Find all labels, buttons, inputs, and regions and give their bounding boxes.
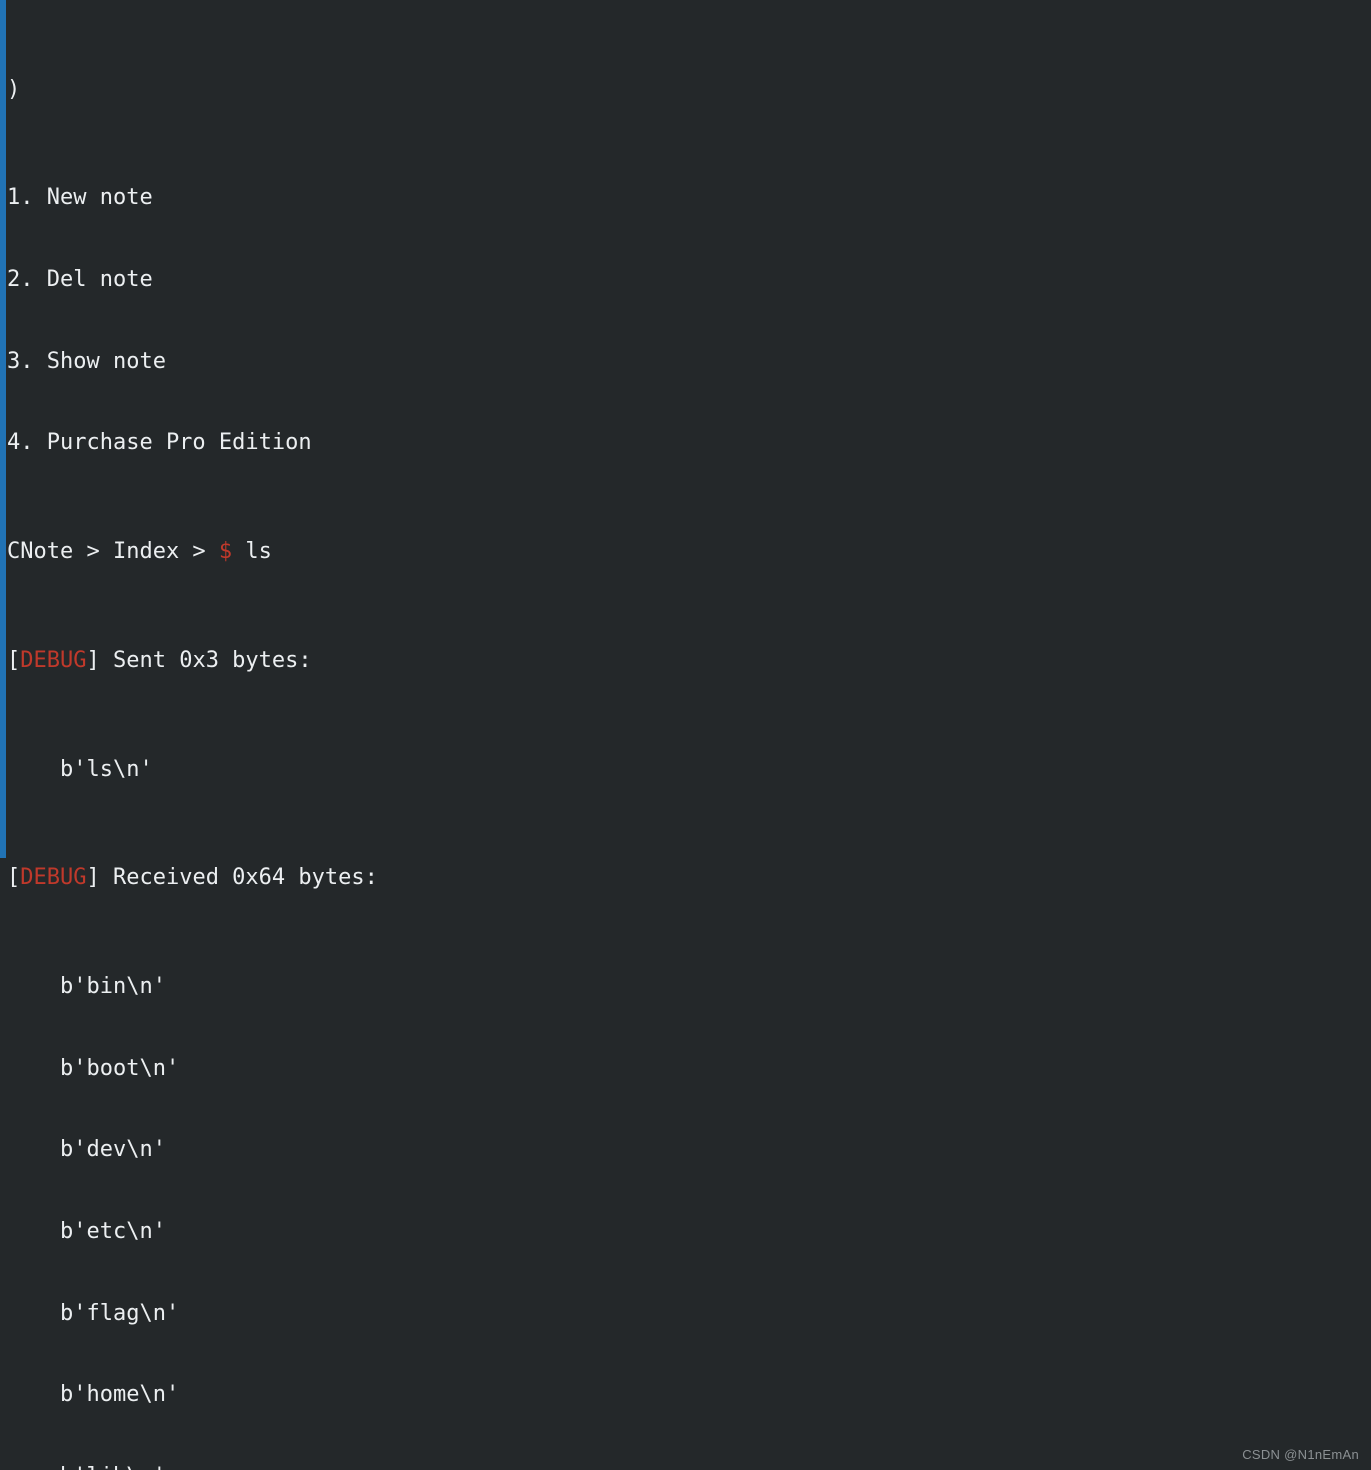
prompt-dollar-sign: $ — [218, 538, 233, 564]
debug-sent-header: [DEBUG] Sent 0x3 bytes: — [7, 647, 1371, 674]
debug-sent-payload: b'ls\n' — [7, 756, 153, 782]
debug-received-payload-line: b'flag\n' — [7, 1300, 180, 1326]
debug-received-payload-line: b'bin\n' — [7, 974, 166, 1000]
debug-received-message: Received 0x64 bytes: — [99, 865, 378, 891]
debug-received-header: [DEBUG] Received 0x64 bytes: — [7, 864, 1371, 891]
debug-open-bracket: [ — [7, 647, 21, 673]
prompt-breadcrumb: CNote > Index > — [7, 538, 219, 564]
debug-received-payload-line: b'dev\n' — [7, 1137, 166, 1163]
menu-option-3[interactable]: 3. Show note — [7, 348, 1371, 375]
csdn-watermark: CSDN @N1nEmAn — [1242, 1447, 1359, 1462]
debug-close-bracket: ] — [86, 647, 100, 673]
debug-open-bracket: [ — [7, 865, 21, 891]
command-prompt-line: CNote > Index > $ ls — [7, 538, 1371, 565]
prompt-command-text: ls — [232, 538, 272, 564]
debug-received-payload-line: b'home\n' — [7, 1382, 180, 1408]
menu-option-2[interactable]: 2. Del note — [7, 266, 1371, 293]
debug-close-bracket: ] — [86, 865, 100, 891]
debug-received-payload-line: b'etc\n' — [7, 1218, 166, 1244]
menu-option-4[interactable]: 4. Purchase Pro Edition — [7, 429, 1371, 456]
debug-label: DEBUG — [20, 647, 87, 673]
debug-received-payload-line: b'boot\n' — [7, 1055, 180, 1081]
debug-label: DEBUG — [20, 865, 87, 891]
debug-received-payload-line: b'lib\n' — [7, 1463, 1371, 1470]
debug-sent-message: Sent 0x3 bytes: — [99, 647, 312, 673]
menu-closing-paren-line: ) — [7, 76, 21, 102]
terminal-output: ) 1. New note 2. Del note 3. Show note 4… — [0, 0, 1371, 1470]
terminal-window[interactable]: ) 1. New note 2. Del note 3. Show note 4… — [0, 0, 1371, 1470]
menu-option-1[interactable]: 1. New note — [7, 184, 1371, 211]
